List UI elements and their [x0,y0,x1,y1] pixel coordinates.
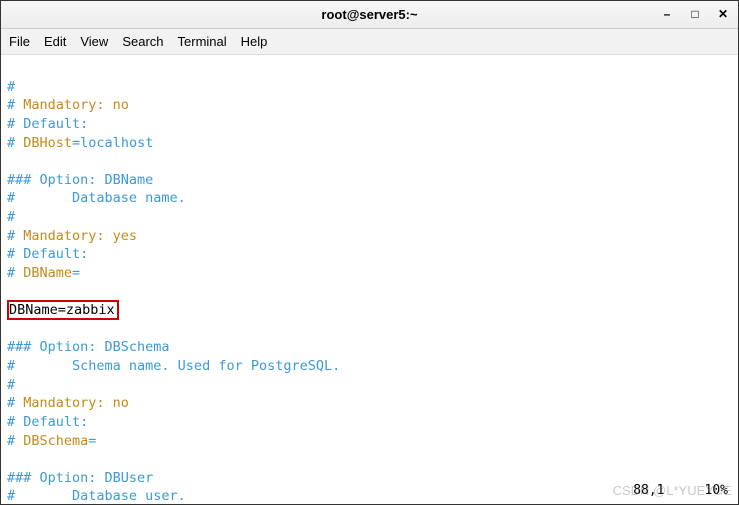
config-line: # Default: [7,414,88,430]
config-line: # Schema name. Used for PostgreSQL. [7,358,340,374]
config-line: = [72,265,80,281]
config-line: Mandatory: no [23,395,129,411]
config-line: # [7,228,23,244]
menu-view[interactable]: View [80,34,108,49]
config-line: =localhost [72,135,153,151]
config-key: DBName [9,302,58,318]
menu-terminal[interactable]: Terminal [178,34,227,49]
config-line: Mandatory: no [23,97,129,113]
minimize-button[interactable]: – [658,5,676,23]
config-line: ### Option: DBName [7,172,153,188]
config-line: # [7,395,23,411]
config-line: # [7,433,23,449]
menu-help[interactable]: Help [241,34,268,49]
highlighted-line: DBName=zabbix [7,300,119,320]
menu-search[interactable]: Search [122,34,163,49]
config-line: # Default: [7,246,88,262]
config-line: # Default: [7,116,88,132]
maximize-button[interactable]: □ [686,5,704,23]
vim-status-line: 88,1 10% [633,482,728,500]
config-line: = [88,433,96,449]
window-controls: – □ ✕ [658,5,732,23]
config-line: # [7,97,23,113]
config-line: # [7,377,15,393]
config-line: # Database user. [7,488,186,504]
config-line: # [7,265,23,281]
menu-file[interactable]: File [9,34,30,49]
config-line: # [7,79,15,95]
config-value: =zabbix [58,302,115,318]
close-button[interactable]: ✕ [714,5,732,23]
config-line: Mandatory: yes [23,228,137,244]
config-key: DBSchema [23,433,88,449]
terminal-content[interactable]: # # Mandatory: no # Default: # DBHost=lo… [1,55,738,504]
config-line: # Database name. [7,190,186,206]
config-key: DBHost [23,135,72,151]
config-line: # [7,209,15,225]
menu-bar: File Edit View Search Terminal Help [1,29,738,55]
config-line: ### Option: DBSchema [7,339,170,355]
config-line: ### Option: DBUser [7,470,153,486]
config-key: DBName [23,265,72,281]
scroll-percent: 10% [705,482,728,500]
title-bar: root@server5:~ – □ ✕ [1,1,738,29]
menu-edit[interactable]: Edit [44,34,66,49]
cursor-position: 88,1 [633,482,664,500]
config-line: # [7,135,23,151]
window-title: root@server5:~ [321,7,417,22]
